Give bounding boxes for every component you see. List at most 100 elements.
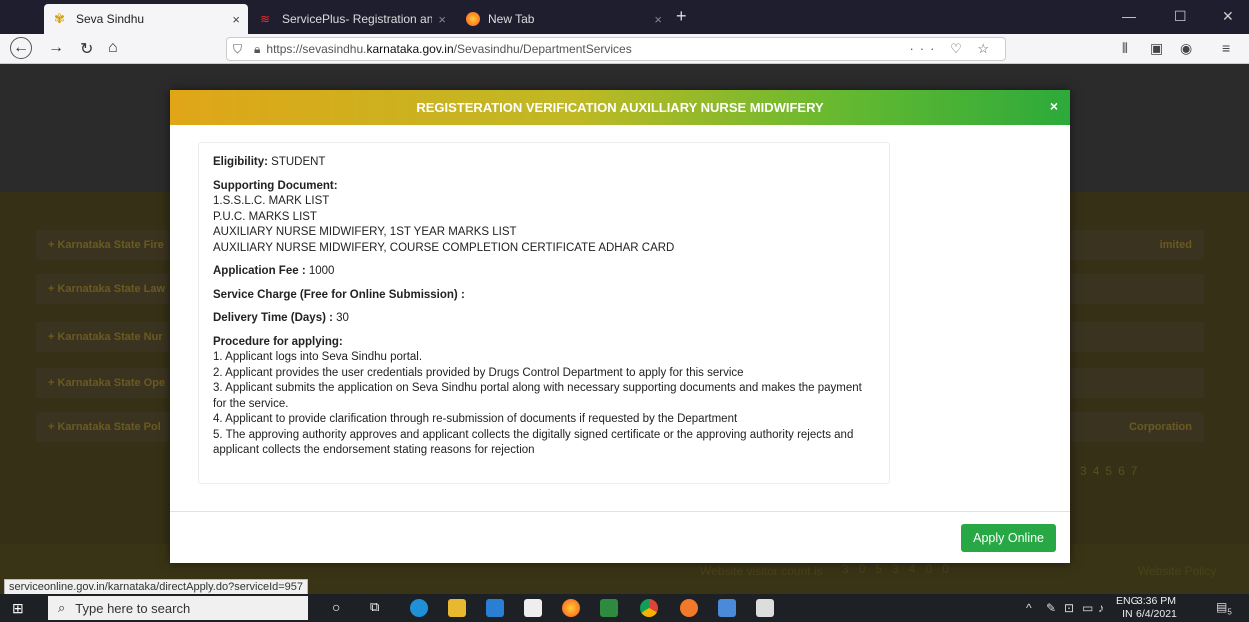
tab-seva-sindhu[interactable]: ✾ Seva Sindhu × bbox=[44, 4, 248, 34]
eligibility-value: STUDENT bbox=[271, 156, 326, 168]
taskbar-search-box[interactable]: ⌕ Type here to search bbox=[48, 596, 308, 620]
procedure-step: 1. Applicant logs into Seva Sindhu porta… bbox=[213, 351, 423, 363]
application-fee-label: Application Fee : bbox=[213, 265, 306, 277]
close-window-icon[interactable]: ✕ bbox=[1222, 8, 1234, 25]
sidebar-icon[interactable]: ▣ bbox=[1150, 40, 1163, 57]
delivery-time-value: 30 bbox=[336, 312, 349, 324]
close-tab-icon[interactable]: × bbox=[438, 12, 446, 27]
clock[interactable]: 3:36 PM 6/4/2021 bbox=[1136, 595, 1177, 621]
delivery-time-label: Delivery Time (Days) : bbox=[213, 312, 333, 324]
clock-date: 6/4/2021 bbox=[1136, 608, 1177, 620]
excel-icon[interactable] bbox=[600, 599, 618, 617]
background-pager: 3 4 5 6 7 bbox=[1080, 464, 1137, 478]
shield-icon: ⛉ bbox=[233, 41, 243, 56]
serviceplus-favicon-icon: ≋ bbox=[260, 12, 271, 26]
close-tab-icon[interactable]: × bbox=[654, 12, 662, 27]
pager-item: 5 bbox=[1105, 464, 1113, 478]
service-details-modal: REGISTERATION VERIFICATION AUXILLIARY NU… bbox=[170, 90, 1070, 563]
paint-icon[interactable] bbox=[680, 599, 698, 617]
lock-icon: 🔒︎ bbox=[254, 41, 261, 56]
task-view-icon[interactable]: ⧉ bbox=[370, 599, 388, 617]
procedure-step: 4. Applicant to provide clarification th… bbox=[213, 413, 738, 425]
battery-icon[interactable]: ▭ bbox=[1082, 601, 1093, 615]
cortana-icon[interactable]: ○ bbox=[332, 599, 350, 617]
browser-nav-bar: ← → ↻ ⌂ ⛉ 🔒︎ https://sevasindhu. karnatak… bbox=[0, 34, 1249, 64]
tray-chevron-icon[interactable]: ^ bbox=[1026, 601, 1032, 615]
notification-icon[interactable]: ▤5 bbox=[1216, 600, 1232, 616]
supporting-documents-section: Supporting Document: 1.S.S.L.C. MARK LIS… bbox=[213, 179, 875, 257]
procedure-section: Procedure for applying: 1. Applicant log… bbox=[213, 335, 875, 459]
pager-item: 7 bbox=[1130, 464, 1138, 478]
back-arrow-icon[interactable]: ← bbox=[10, 37, 32, 59]
close-icon[interactable]: × bbox=[1050, 98, 1058, 114]
website-policy-link: Website Policy bbox=[1138, 564, 1217, 578]
forward-arrow-icon[interactable]: → bbox=[48, 39, 64, 57]
app-icon[interactable] bbox=[718, 599, 736, 617]
tab-serviceplus[interactable]: ≋ ServicePlus- Registration and V × bbox=[250, 4, 454, 34]
link-status-bar: serviceonline.gov.in/karnataka/directApp… bbox=[4, 579, 309, 595]
application-fee-value: 1000 bbox=[308, 265, 335, 277]
seva-sindhu-favicon-icon: ✾ bbox=[54, 11, 65, 26]
url-path: /Sevasindhu/DepartmentServices bbox=[453, 42, 632, 56]
url-prefix: https://sevasindhu. bbox=[266, 42, 367, 56]
tab-new-tab[interactable]: New Tab × bbox=[456, 4, 670, 34]
modal-title: REGISTERATION VERIFICATION AUXILLIARY NU… bbox=[416, 100, 824, 115]
supporting-document-item: AUXILIARY NURSE MIDWIFERY, COURSE COMPLE… bbox=[213, 241, 675, 254]
account-icon[interactable]: ◉ bbox=[1180, 40, 1192, 57]
mail-icon[interactable] bbox=[486, 599, 504, 617]
pen-icon[interactable]: ✎ bbox=[1046, 601, 1056, 615]
new-tab-button[interactable]: + bbox=[676, 6, 687, 27]
search-icon: ⌕ bbox=[58, 600, 66, 615]
notepad-icon[interactable] bbox=[756, 599, 774, 617]
library-icon[interactable]: ⫴ bbox=[1122, 40, 1128, 57]
visitor-digit: 0 bbox=[925, 562, 933, 576]
reload-icon[interactable]: ↻ bbox=[80, 39, 93, 59]
modal-header: REGISTERATION VERIFICATION AUXILLIARY NU… bbox=[170, 90, 1070, 125]
visitor-digit: 4 bbox=[908, 562, 916, 576]
visitor-digit: 5 bbox=[875, 562, 883, 576]
close-tab-icon[interactable]: × bbox=[232, 12, 240, 27]
menu-icon[interactable]: ≡ bbox=[1222, 40, 1230, 56]
network-icon[interactable]: ⊡ bbox=[1064, 601, 1074, 615]
page-background: + Karnataka State Fire + Karnataka State… bbox=[0, 64, 1249, 594]
firefox-icon[interactable] bbox=[562, 599, 580, 617]
visitor-digit: 0 bbox=[942, 562, 949, 576]
minimize-icon[interactable]: — bbox=[1122, 8, 1136, 24]
tab-label: ServicePlus- Registration and V bbox=[282, 12, 432, 26]
pager-item: 4 bbox=[1092, 464, 1100, 478]
apply-online-button[interactable]: Apply Online bbox=[961, 524, 1056, 552]
clock-time: 3:36 PM bbox=[1136, 595, 1176, 607]
maximize-icon[interactable]: ☐ bbox=[1174, 8, 1187, 25]
visitor-digit: 0 bbox=[858, 562, 866, 576]
tab-label: New Tab bbox=[488, 12, 535, 26]
procedure-step: 3. Applicant submits the application on … bbox=[213, 382, 862, 410]
procedure-step: 2. Applicant provides the user credentia… bbox=[213, 366, 744, 379]
home-icon[interactable]: ⌂ bbox=[108, 39, 118, 57]
application-fee-section: Application Fee : 1000 bbox=[213, 264, 875, 280]
store-icon[interactable] bbox=[524, 599, 542, 617]
address-bar[interactable]: ⛉ 🔒︎ https://sevasindhu. karnataka.gov.in… bbox=[226, 37, 1006, 61]
service-charge-label: Service Charge (Free for Online Submissi… bbox=[213, 288, 465, 301]
chrome-icon[interactable] bbox=[640, 599, 658, 617]
volume-icon[interactable]: ♪ bbox=[1098, 601, 1104, 615]
page-actions-icon[interactable]: ··· ♡ ☆ bbox=[909, 41, 995, 57]
visitor-digit: 3 bbox=[842, 562, 849, 576]
notification-count: 5 bbox=[1227, 607, 1232, 617]
supporting-document-item: 1.S.S.L.C. MARK LIST bbox=[213, 195, 330, 207]
edge-icon[interactable] bbox=[410, 599, 428, 617]
windows-start-icon[interactable]: ⊞ bbox=[12, 600, 24, 617]
file-explorer-icon[interactable] bbox=[448, 599, 466, 617]
service-charge-section: Service Charge (Free for Online Submissi… bbox=[213, 288, 875, 304]
browser-tab-bar: ✾ Seva Sindhu × ≋ ServicePlus- Registrat… bbox=[0, 0, 1249, 34]
eligibility-section: Eligibility: STUDENT bbox=[213, 155, 875, 171]
visitor-count-label: Website visitor count is bbox=[700, 564, 823, 578]
windows-taskbar: ⊞ ⌕ Type here to search ○ ⧉ ^ ✎ ⊡ ▭ ♪ EN… bbox=[0, 594, 1249, 622]
search-placeholder: Type here to search bbox=[75, 600, 191, 616]
url-host: karnataka.gov.in bbox=[366, 42, 454, 56]
tab-label: Seva Sindhu bbox=[76, 12, 145, 26]
pager-item: 3 bbox=[1080, 464, 1087, 478]
supporting-document-item: P.U.C. MARKS LIST bbox=[213, 210, 317, 223]
modal-footer: Apply Online bbox=[170, 511, 1070, 563]
visitor-count: 3 0 5 3 4 0 0 bbox=[842, 562, 949, 576]
modal-body: Eligibility: STUDENT Supporting Document… bbox=[198, 142, 890, 484]
